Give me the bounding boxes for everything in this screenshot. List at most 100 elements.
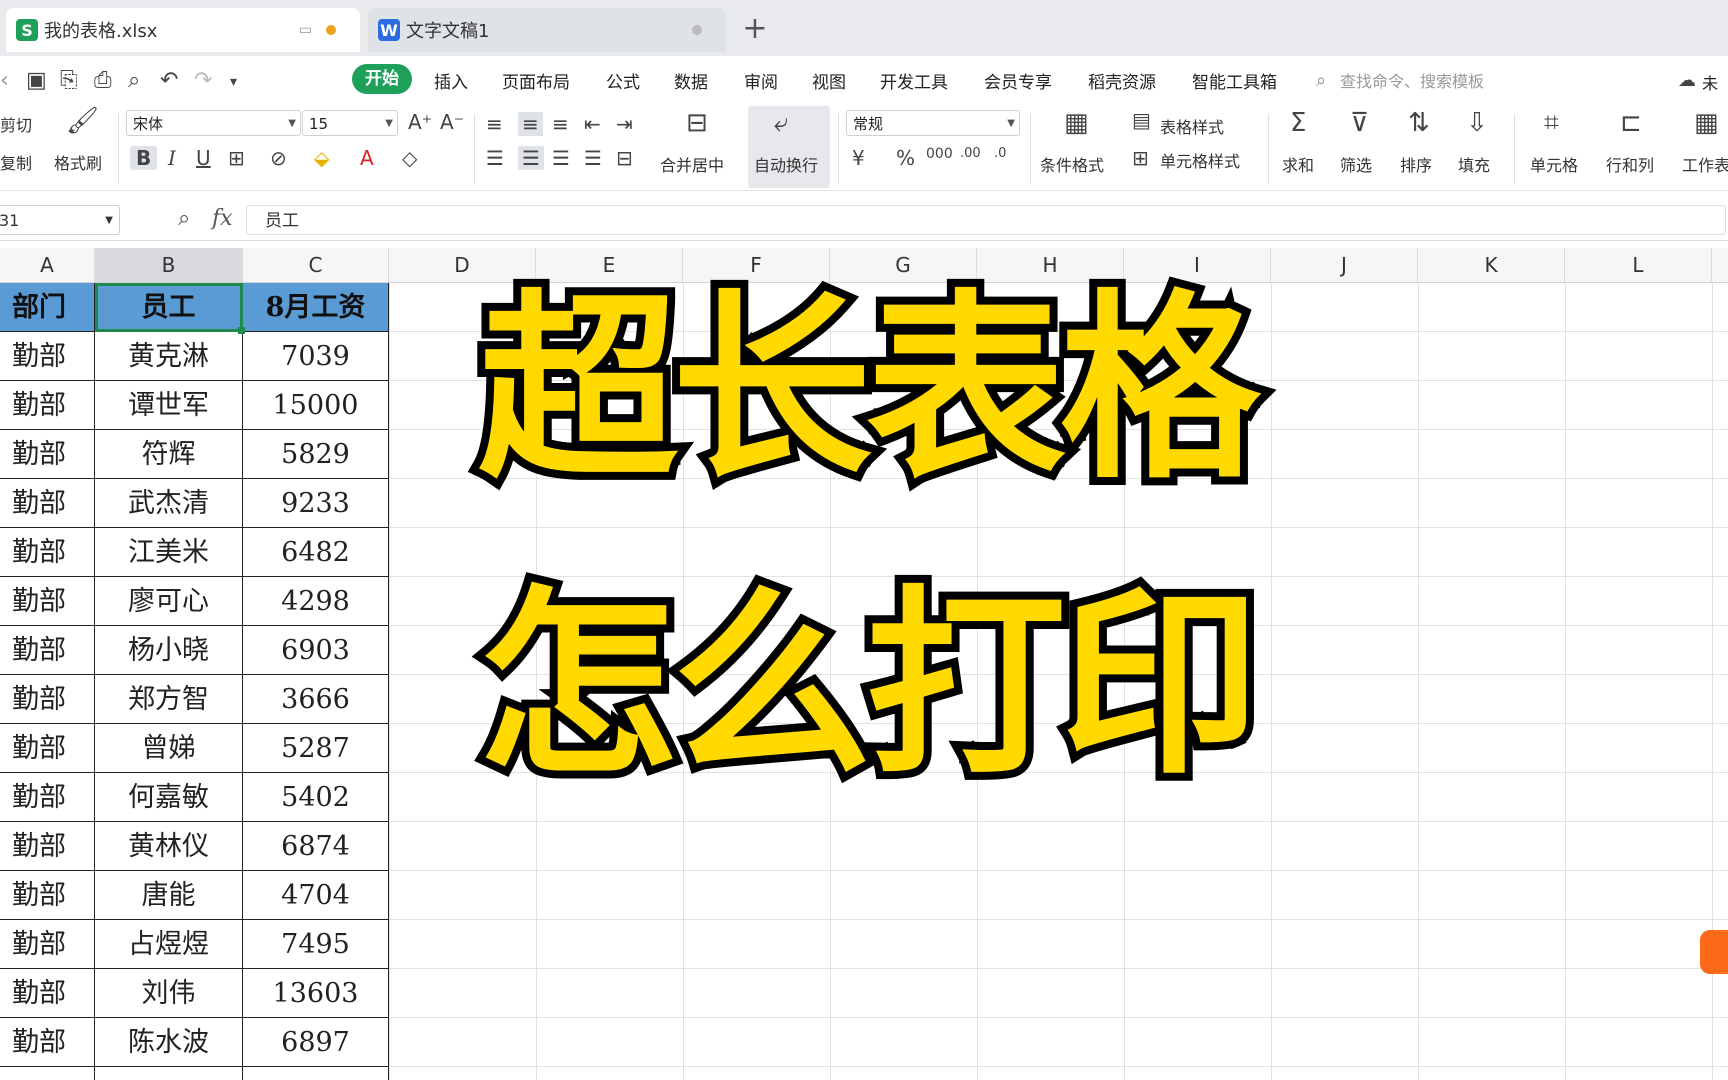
filter-button[interactable]: 筛选: [1340, 152, 1372, 176]
cloud-status[interactable]: 未: [1702, 70, 1718, 94]
menu-formula[interactable]: 公式: [606, 68, 640, 93]
table-cell-name[interactable]: 何嘉敏: [95, 773, 243, 822]
undo-icon[interactable]: ↶: [160, 68, 178, 93]
table-header-salary[interactable]: 8月工资: [243, 283, 389, 332]
menu-docer[interactable]: 稻壳资源: [1088, 68, 1156, 93]
shape-fill-icon[interactable]: ⊘: [270, 146, 287, 170]
table-cell-name[interactable]: 符辉: [95, 430, 243, 479]
table-cell-name[interactable]: 郑方智: [95, 675, 243, 724]
table-cell-name[interactable]: 杨小晓: [95, 626, 243, 675]
table-cell-dept[interactable]: 勤部: [0, 626, 95, 675]
worksheet-button[interactable]: 工作表: [1682, 152, 1728, 176]
table-cell-partial[interactable]: [0, 1067, 95, 1080]
percent-icon[interactable]: %: [896, 146, 915, 170]
row-col-button[interactable]: 行和列: [1606, 152, 1654, 176]
menu-data[interactable]: 数据: [674, 68, 708, 93]
column-header-a[interactable]: A: [0, 248, 95, 282]
decrease-decimal-icon[interactable]: .0: [994, 146, 1006, 161]
print-preview-icon[interactable]: ⌕: [128, 68, 140, 93]
table-cell-dept[interactable]: 勤部: [0, 528, 95, 577]
table-cell-name[interactable]: 谭世军: [95, 381, 243, 430]
formula-input[interactable]: 员工: [246, 205, 1726, 235]
table-cell-name[interactable]: 占煜煜: [95, 920, 243, 969]
sum-button[interactable]: 求和: [1282, 152, 1314, 176]
fill-color-icon[interactable]: ⬙: [314, 146, 329, 170]
copy-button[interactable]: 复制: [0, 150, 32, 174]
table-cell-partial[interactable]: [243, 1067, 389, 1080]
table-cell-salary[interactable]: 13603: [243, 969, 389, 1018]
table-cell-dept[interactable]: 勤部: [0, 430, 95, 479]
table-cell-dept[interactable]: 勤部: [0, 1018, 95, 1067]
distributed-icon[interactable]: ⊟: [616, 146, 633, 170]
tab-document[interactable]: W 文字文稿1: [368, 8, 726, 52]
table-cell-dept[interactable]: 勤部: [0, 822, 95, 871]
wrap-text-button[interactable]: ⤶ 自动换行: [748, 106, 830, 188]
table-cell-name[interactable]: 刘伟: [95, 969, 243, 1018]
eraser-icon[interactable]: ◇: [402, 146, 417, 170]
table-cell-partial[interactable]: [95, 1067, 243, 1080]
table-cell-salary[interactable]: 6874: [243, 822, 389, 871]
table-cell-salary[interactable]: 6903: [243, 626, 389, 675]
table-cell-salary[interactable]: 7495: [243, 920, 389, 969]
column-header-k[interactable]: K: [1418, 248, 1565, 282]
justify-icon[interactable]: ☰: [584, 146, 602, 170]
column-header-c[interactable]: C: [243, 248, 389, 282]
table-cell-salary[interactable]: 5829: [243, 430, 389, 479]
table-cell-name[interactable]: 廖可心: [95, 577, 243, 626]
increase-decimal-icon[interactable]: .00: [960, 146, 981, 161]
more-chevron-down-icon[interactable]: ▾: [230, 74, 237, 90]
table-cell-dept[interactable]: 勤部: [0, 675, 95, 724]
monitor-icon[interactable]: ▭: [299, 22, 312, 38]
table-cell-salary[interactable]: 3666: [243, 675, 389, 724]
cell-style-button[interactable]: 单元格样式: [1160, 148, 1240, 172]
menu-developer[interactable]: 开发工具: [880, 68, 948, 93]
table-cell-name[interactable]: 陈水波: [95, 1018, 243, 1067]
menu-member[interactable]: 会员专享: [984, 68, 1052, 93]
table-cell-salary[interactable]: 9233: [243, 479, 389, 528]
format-painter-button[interactable]: 格式刷: [54, 150, 102, 174]
font-name-select[interactable]: 宋体 ▼: [126, 110, 301, 136]
command-search[interactable]: 查找命令、搜索模板: [1340, 68, 1484, 92]
table-cell-dept[interactable]: 勤部: [0, 871, 95, 920]
table-cell-salary[interactable]: 15000: [243, 381, 389, 430]
table-cell-dept[interactable]: 勤部: [0, 920, 95, 969]
fill-handle[interactable]: [238, 327, 245, 334]
table-cell-salary[interactable]: 5402: [243, 773, 389, 822]
fx-icon[interactable]: fx: [212, 206, 233, 231]
menu-smart-tools[interactable]: 智能工具箱: [1192, 68, 1277, 93]
table-cell-salary[interactable]: 5287: [243, 724, 389, 773]
table-cell-dept[interactable]: 勤部: [0, 969, 95, 1018]
table-cell-dept[interactable]: 勤部: [0, 724, 95, 773]
table-cell-name[interactable]: 黄克淋: [95, 332, 243, 381]
menu-view[interactable]: 视图: [812, 68, 846, 93]
merge-center-button[interactable]: 合并居中: [660, 152, 724, 176]
tab-spreadsheet[interactable]: S 我的表格.xlsx ▭: [6, 8, 360, 52]
underline-icon[interactable]: U: [196, 146, 211, 170]
align-bottom-icon[interactable]: ≡: [552, 112, 569, 136]
align-top-icon[interactable]: ≡: [486, 112, 503, 136]
table-cell-name[interactable]: 黄林仪: [95, 822, 243, 871]
number-format-select[interactable]: 常规 ▼: [846, 110, 1020, 136]
font-color-icon[interactable]: A: [360, 146, 374, 170]
cut-button[interactable]: 剪切: [0, 112, 32, 136]
thousands-icon[interactable]: 000: [926, 146, 953, 162]
sort-button[interactable]: 排序: [1400, 152, 1432, 176]
align-right-icon[interactable]: ☰: [552, 146, 570, 170]
increase-font-icon[interactable]: A⁺: [408, 110, 432, 134]
conditional-format-button[interactable]: 条件格式: [1040, 152, 1104, 176]
table-cell-name[interactable]: 唐能: [95, 871, 243, 920]
column-header-b[interactable]: B: [95, 248, 243, 282]
export-pdf-icon[interactable]: ⎘: [60, 68, 78, 93]
menu-insert[interactable]: 插入: [434, 68, 468, 93]
font-size-select[interactable]: 15 ▼: [302, 110, 398, 136]
fill-button[interactable]: 填充: [1458, 152, 1490, 176]
cloud-icon[interactable]: ☁: [1678, 70, 1696, 91]
align-left-icon[interactable]: ☰: [486, 146, 504, 170]
decrease-indent-icon[interactable]: ⇤: [584, 112, 601, 136]
column-header-l[interactable]: L: [1565, 248, 1712, 282]
new-tab-plus-icon[interactable]: +: [740, 14, 770, 44]
table-style-button[interactable]: 表格样式: [1160, 114, 1224, 138]
decrease-font-icon[interactable]: A⁻: [440, 110, 464, 134]
table-cell-dept[interactable]: 勤部: [0, 479, 95, 528]
currency-icon[interactable]: ¥: [852, 146, 865, 170]
